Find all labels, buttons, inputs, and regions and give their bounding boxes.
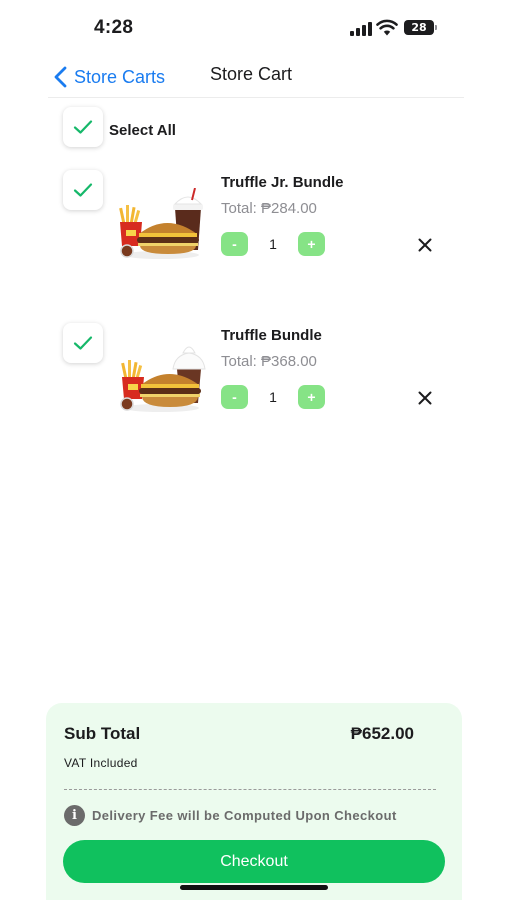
item-checkbox[interactable] <box>63 323 103 363</box>
select-all-checkbox[interactable] <box>63 107 103 147</box>
status-bar: 4:28 28 <box>0 0 507 56</box>
vat-label: VAT Included <box>64 756 138 770</box>
checkmark-icon <box>73 336 93 350</box>
decrease-quantity-button[interactable]: - <box>221 385 248 409</box>
page-title: Store Cart <box>210 64 293 84</box>
subtotal-value: ₱652.00 <box>350 724 414 743</box>
cart-item: Truffle Bundle Total: ₱368.00 - 1 + <box>0 323 507 433</box>
cellular-signal-icon <box>350 22 372 36</box>
close-icon[interactable] <box>416 389 434 407</box>
delivery-fee-text: Delivery Fee will be Computed Upon Check… <box>92 807 397 823</box>
product-image <box>120 346 206 412</box>
item-checkbox[interactable] <box>63 170 103 210</box>
nav-bar: Store Carts Store Cart <box>0 56 507 98</box>
increase-quantity-button[interactable]: + <box>298 232 325 256</box>
item-total: Total: ₱368.00 <box>221 353 317 370</box>
home-indicator <box>180 885 328 890</box>
nav-divider <box>48 97 464 98</box>
quantity-value: 1 <box>269 236 277 252</box>
battery-cap <box>435 25 437 30</box>
back-button[interactable]: Store Carts <box>52 62 165 92</box>
subtotal-label: Sub Total <box>64 724 141 743</box>
info-icon: i <box>64 804 85 826</box>
checkout-button[interactable]: Checkout <box>63 840 445 883</box>
cart-item: Truffle Jr. Bundle Total: ₱284.00 - 1 + <box>0 170 507 280</box>
item-name: Truffle Bundle <box>221 327 322 344</box>
product-image <box>119 188 203 259</box>
back-button-label: Store Carts <box>74 66 166 87</box>
checkmark-icon <box>73 183 93 197</box>
dashed-divider <box>64 789 436 790</box>
increase-quantity-button[interactable]: + <box>298 385 325 409</box>
checkmark-icon <box>73 120 93 134</box>
quantity-value: 1 <box>269 389 277 405</box>
item-name: Truffle Jr. Bundle <box>221 174 344 191</box>
battery-icon: 28 <box>404 20 434 35</box>
status-time: 4:28 <box>94 17 134 38</box>
delivery-fee-note: i Delivery Fee will be Computed Upon Che… <box>64 804 397 826</box>
decrease-quantity-button[interactable]: - <box>221 232 248 256</box>
item-total: Total: ₱284.00 <box>221 200 317 217</box>
order-summary: Sub Total ₱652.00 VAT Included i Deliver… <box>46 703 462 900</box>
select-all-label: Select All <box>109 122 176 139</box>
close-icon[interactable] <box>416 236 434 254</box>
chevron-left-icon <box>54 66 67 88</box>
battery-level: 28 <box>411 21 427 34</box>
wifi-icon <box>376 19 398 36</box>
